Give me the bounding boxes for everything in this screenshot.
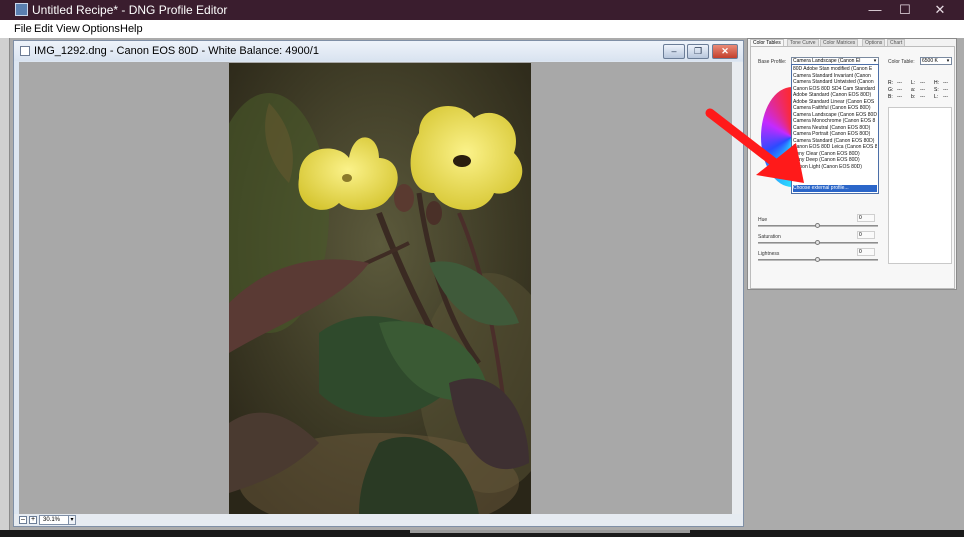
readout-row-3: B: --- b: --- L: --- [888,94,954,101]
left-ruler [0,38,10,530]
zoom-dropdown-button[interactable]: ▾ [68,515,76,525]
base-profile-label: Base Profile: [758,59,787,65]
saturation-value[interactable]: 0 [857,231,875,239]
app-titlebar: Untitled Recipe* - DNG Profile Editor — … [0,0,964,20]
color-table-preview[interactable] [888,107,952,264]
readout-a-label: a: [911,87,916,93]
zoom-level-field[interactable]: 30.1% [39,515,69,525]
app-title: Untitled Recipe* - DNG Profile Editor [32,3,228,17]
chevron-down-icon: ▾ [946,58,950,64]
maximize-button[interactable]: ☐ [887,0,923,20]
saturation-slider-thumb[interactable] [815,240,820,245]
taskbar-indicator [410,530,690,533]
menu-options[interactable]: Options [82,23,120,35]
readout-b-value: --- [897,94,902,100]
zoom-bar: – + 30.1% ▾ [14,514,743,526]
color-table-select[interactable]: 6500 K ▾ [920,57,952,65]
menu-file[interactable]: File [14,23,32,35]
readout-g-label: G: [888,87,894,93]
image-restore-button[interactable]: ❐ [687,44,709,59]
image-window-titlebar[interactable]: IMG_1292.dng - Canon EOS 80D - White Bal… [14,41,743,61]
zoom-out-button[interactable]: – [19,516,27,524]
readout-l-value: --- [920,80,925,86]
color-table-label: Color Table: [888,59,915,65]
image-close-button[interactable]: ✕ [712,44,738,59]
zoom-in-button[interactable]: + [29,516,37,524]
readout-a-value: --- [920,87,925,93]
lightness-slider-thumb[interactable] [815,257,820,262]
lightness-value[interactable]: 0 [857,248,875,256]
flower-photo [229,63,531,514]
readout-lightness-value: --- [943,94,948,100]
readout-lab-b-label: b: [911,94,916,100]
image-window: IMG_1292.dng - Canon EOS 80D - White Bal… [13,40,744,527]
readout-r-label: R: [888,80,893,86]
readout-lightness-label: L: [934,94,939,100]
image-window-title: IMG_1292.dng - Canon EOS 80D - White Bal… [34,45,319,57]
lightness-label: Lightness [758,251,780,257]
image-canvas[interactable] [19,62,732,514]
choose-external-profile-option[interactable]: Choose external profile... [793,185,877,192]
readout-r-value: --- [897,80,902,86]
image-minimize-button[interactable]: – [663,44,685,59]
readout-h-label: H: [934,80,939,86]
saturation-label: Saturation [758,234,781,240]
hue-label: Hue [758,217,768,223]
hue-value[interactable]: 0 [857,214,875,222]
document-icon [20,46,30,56]
readout-g-value: --- [897,87,902,93]
readout-lab-b-value: --- [920,94,925,100]
color-readout: R: --- L: --- H: --- G: --- a: --- S: --… [888,80,954,104]
readout-h-value: --- [943,80,948,86]
readout-row-1: R: --- L: --- H: --- [888,80,954,87]
color-table-value: 6500 K [922,58,938,64]
app-icon [15,3,28,16]
close-button[interactable]: ✕ [922,0,958,20]
menu-view[interactable]: View [56,23,80,35]
readout-s-label: S: [934,87,939,93]
readout-row-2: G: --- a: --- S: --- [888,87,954,94]
readout-b-label: B: [888,94,893,100]
readout-s-value: --- [943,87,948,93]
menu-edit[interactable]: Edit [34,23,53,35]
hue-slider-thumb[interactable] [815,223,820,228]
menu-help[interactable]: Help [120,23,143,35]
readout-l-label: L: [911,80,916,86]
annotation-arrow [705,108,804,183]
menu-bar: File Edit View Options Help [0,20,964,38]
